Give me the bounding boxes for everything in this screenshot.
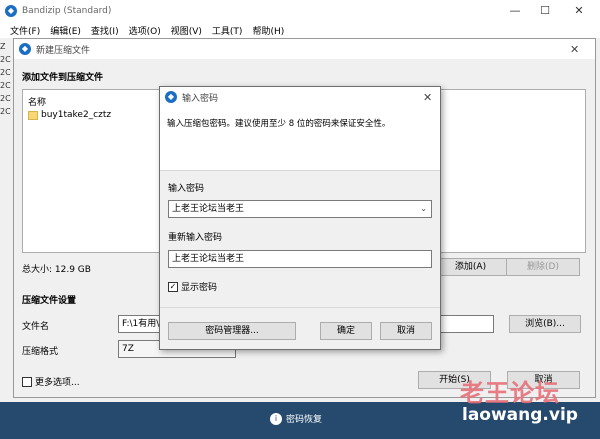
add-button[interactable]: 添加(A) <box>434 258 507 276</box>
show-password-label: 显示密码 <box>181 283 218 293</box>
list-item[interactable]: buy1take2_cztz <box>28 110 111 120</box>
new-archive-title-bar: ◆ 新建压缩文件 ✕ <box>14 39 595 59</box>
menu-file[interactable]: 文件(F) <box>10 24 40 37</box>
menu-find[interactable]: 查找(I) <box>91 24 119 37</box>
password-recovery-label: 密码恢复 <box>286 415 323 425</box>
dialog-close-icon[interactable]: ✕ <box>570 43 579 56</box>
menu-tools[interactable]: 工具(T) <box>212 24 243 37</box>
background-file-list-edge: Z 2C 2C 2C 2C 2C <box>0 40 13 118</box>
password-recovery-link[interactable]: i 密码恢复 <box>270 412 322 425</box>
password-dialog: ◆ 输入密码 ✕ 输入压缩包密码。建议使用至少 8 位的密码来保证安全性。 输入… <box>159 86 441 350</box>
app-title: Bandizip (Standard) <box>22 6 112 16</box>
maximize-button[interactable]: ☐ <box>528 0 562 22</box>
reenter-password-label: 重新输入密码 <box>168 233 223 243</box>
list-item-label: buy1take2_cztz <box>41 110 112 120</box>
folder-icon <box>28 110 38 120</box>
close-button[interactable]: ✕ <box>562 0 596 22</box>
edge-char: 2C <box>0 68 11 77</box>
divider <box>160 307 440 308</box>
password-manager-button[interactable]: 密码管理器... <box>168 322 296 340</box>
list-header-name[interactable]: 名称 <box>28 95 46 108</box>
chevron-down-icon[interactable]: ⌄ <box>420 201 427 217</box>
filename-label: 文件名 <box>22 322 50 332</box>
total-size: 总大小: 12.9 GB <box>22 265 91 275</box>
menu-help[interactable]: 帮助(H) <box>252 24 284 37</box>
dialog-close-icon[interactable]: ✕ <box>423 91 432 104</box>
archive-settings-section-title: 压缩文件设置 <box>22 296 77 306</box>
menu-bar: 文件(F) 编辑(E) 查找(I) 选项(O) 视图(V) 工具(T) 帮助(H… <box>0 22 600 38</box>
edge-char: Z <box>0 42 6 51</box>
checkbox-box[interactable] <box>22 376 32 387</box>
password-input[interactable]: 上老王论坛当老王 ⌄ <box>168 200 432 218</box>
minimize-button[interactable]: — <box>498 0 532 22</box>
edge-char: 2C <box>0 94 11 103</box>
bandizip-logo-icon: ◆ <box>165 91 177 103</box>
checkmark-icon[interactable]: ✓ <box>168 281 178 292</box>
format-label: 压缩格式 <box>22 347 59 357</box>
password-description-area: 输入压缩包密码。建议使用至少 8 位的密码来保证安全性。 <box>160 107 440 171</box>
password-label: 输入密码 <box>168 184 205 194</box>
more-options-checkbox[interactable]: 更多选项... <box>22 375 80 388</box>
edge-char: 2C <box>0 107 11 116</box>
add-files-section-title: 添加文件到压缩文件 <box>22 73 104 83</box>
delete-button[interactable]: 删除(D) <box>506 258 580 276</box>
show-password-checkbox[interactable]: ✓ 显示密码 <box>168 280 217 293</box>
new-archive-title: 新建压缩文件 <box>36 45 91 56</box>
info-icon: i <box>270 412 282 425</box>
bandizip-logo-icon: ◆ <box>19 43 31 55</box>
bandizip-logo-icon: ◆ <box>5 5 17 17</box>
password-dialog-title-bar: ◆ 输入密码 ✕ <box>160 87 440 107</box>
edge-char: 2C <box>0 81 11 90</box>
menu-view[interactable]: 视图(V) <box>171 24 202 37</box>
reenter-password-input[interactable]: 上老王论坛当老王 <box>168 250 432 268</box>
more-options-label: 更多选项... <box>35 378 80 388</box>
watermark-url: laowang.vip <box>462 405 578 425</box>
password-cancel-button[interactable]: 取消 <box>380 322 432 340</box>
edge-char: 2C <box>0 55 11 64</box>
title-bar: ◆ Bandizip (Standard) — ☐ ✕ <box>0 0 600 22</box>
password-dialog-title: 输入密码 <box>182 93 219 104</box>
menu-options[interactable]: 选项(O) <box>129 24 161 37</box>
password-value: 上老王论坛当老王 <box>172 204 245 214</box>
browse-button[interactable]: 浏览(B)... <box>509 315 581 333</box>
ok-button[interactable]: 确定 <box>320 322 372 340</box>
password-description: 输入压缩包密码。建议使用至少 8 位的密码来保证安全性。 <box>167 119 391 129</box>
watermark-title: 老王论坛 <box>460 379 560 407</box>
menu-edit[interactable]: 编辑(E) <box>50 24 81 37</box>
